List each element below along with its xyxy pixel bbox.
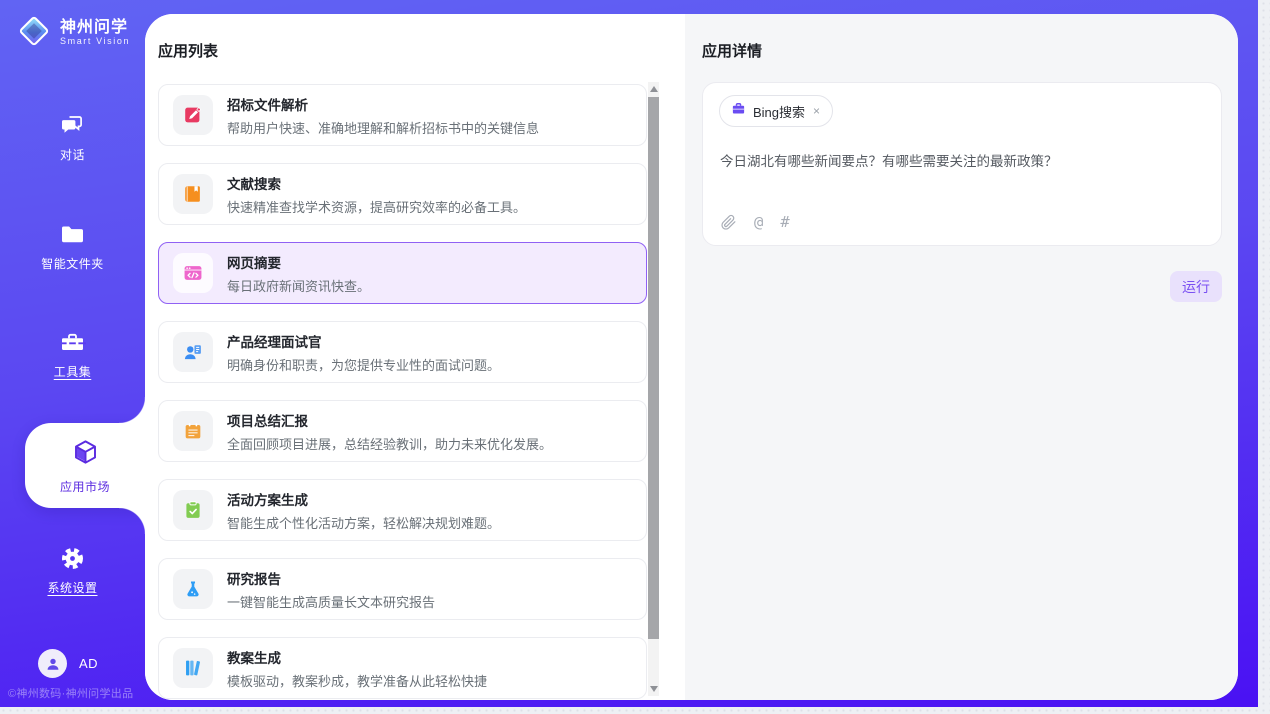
app-card[interactable]: 活动方案生成 智能生成个性化活动方案，轻松解决规划难题。 <box>158 479 647 541</box>
app-card-title: 文献搜索 <box>227 173 526 193</box>
app-card-title: 招标文件解析 <box>227 94 539 114</box>
close-icon[interactable]: × <box>812 104 821 118</box>
sidebar-item-smart-folder[interactable]: 智能文件夹 <box>0 221 145 273</box>
calendar-icon <box>173 411 213 451</box>
app-frame: 神州问学 Smart Vision 对话 <box>0 0 1258 707</box>
app-card-selected[interactable]: 网页摘要 每日政府新闻资讯快查。 <box>158 242 647 304</box>
sidebar: 神州问学 Smart Vision 对话 <box>0 0 145 707</box>
app-card-title: 教案生成 <box>227 647 487 667</box>
app-card[interactable]: 文献搜索 快速精准查找学术资源，提高研究效率的必备工具。 <box>158 163 647 225</box>
browser-code-icon <box>173 253 213 293</box>
attach-file-button[interactable] <box>720 214 737 231</box>
sidebar-item-label: 智能文件夹 <box>41 257 104 271</box>
interview-icon <box>173 332 213 372</box>
app-card-title: 活动方案生成 <box>227 489 500 509</box>
app-list-title: 应用列表 <box>158 40 218 61</box>
sidebar-item-chat[interactable]: 对话 <box>0 112 145 164</box>
brand-name: 神州问学 <box>60 20 130 37</box>
app-card-description: 帮助用户快速、准确地理解和解析招标书中的关键信息 <box>227 118 539 137</box>
folder-icon <box>59 221 86 248</box>
gear-icon <box>59 545 86 572</box>
app-card-description: 全面回顾项目进展，总结经验教训，助力未来优化发展。 <box>227 434 552 453</box>
diamond-logo-icon <box>16 13 52 54</box>
chat-icon <box>59 112 86 139</box>
app-card-description: 模板驱动，教案秒成，教学准备从此轻松快捷 <box>227 671 487 690</box>
toolbox-icon <box>59 329 86 356</box>
query-text[interactable]: 今日湖北有哪些新闻要点？有哪些需要关注的最新政策？ <box>720 152 1200 172</box>
sidebar-item-settings[interactable]: 系统设置 <box>0 545 145 597</box>
main-content: 应用列表 招标文件解析 帮助用户快速、准确地理解和解析招标书 <box>145 14 1238 700</box>
app-card-title: 网页摘要 <box>227 252 370 272</box>
app-card-title: 项目总结汇报 <box>227 410 552 430</box>
clipboard-check-icon <box>173 490 213 530</box>
brand-subtitle: Smart Vision <box>60 37 130 46</box>
scrollbar[interactable] <box>648 82 659 696</box>
composer-toolbar: @ # <box>720 213 790 231</box>
sidebar-item-label: 系统设置 <box>47 581 97 595</box>
app-card-description: 智能生成个性化活动方案，轻松解决规划难题。 <box>227 513 500 532</box>
app-card[interactable]: 项目总结汇报 全面回顾项目进展，总结经验教训，助力未来优化发展。 <box>158 400 647 462</box>
sidebar-item-label: 对话 <box>60 148 85 162</box>
app-card[interactable]: 研究报告 一键智能生成高质量长文本研究报告 <box>158 558 647 620</box>
app-card[interactable]: 教案生成 模板驱动，教案秒成，教学准备从此轻松快捷 <box>158 637 647 699</box>
scroll-up-arrow-icon[interactable] <box>650 86 658 92</box>
app-card-description: 一键智能生成高质量长文本研究报告 <box>227 592 435 611</box>
app-detail-title: 应用详情 <box>702 40 762 61</box>
scroll-down-arrow-icon[interactable] <box>650 686 658 692</box>
app-card-list: 招标文件解析 帮助用户快速、准确地理解和解析招标书中的关键信息 <box>158 84 647 699</box>
mention-button[interactable]: @ <box>754 213 763 231</box>
app-card-description: 每日政府新闻资讯快查。 <box>227 276 370 295</box>
user-profile[interactable]: AD <box>38 649 98 678</box>
app-card-description: 快速精准查找学术资源，提高研究效率的必备工具。 <box>227 197 526 216</box>
book-icon <box>173 174 213 214</box>
briefcase-icon <box>731 101 746 121</box>
avatar <box>38 649 67 678</box>
app-card-description: 明确身份和职责，为您提供专业性的面试问题。 <box>227 355 500 374</box>
tool-chip-bing-search: Bing搜索 × <box>719 95 833 127</box>
app-card[interactable]: 招标文件解析 帮助用户快速、准确地理解和解析招标书中的关键信息 <box>158 84 647 146</box>
user-initials: AD <box>79 656 98 671</box>
cube-icon <box>70 437 101 473</box>
sidebar-item-label: 应用市场 <box>60 478 110 495</box>
app-card-title: 产品经理面试官 <box>227 331 500 351</box>
app-window: 神州问学 Smart Vision 对话 <box>0 0 1270 714</box>
scrollbar-thumb[interactable] <box>648 97 659 639</box>
copyright-text: ©神州数码·神州问学出品 <box>8 685 133 701</box>
query-input-area[interactable]: Bing搜索 × 今日湖北有哪些新闻要点？有哪些需要关注的最新政策？ @ # <box>702 82 1222 246</box>
tool-chip-label: Bing搜索 <box>753 102 805 121</box>
sidebar-active-bubble: 应用市场 <box>25 423 145 508</box>
brand-logo: 神州问学 Smart Vision <box>16 13 130 54</box>
app-list-panel: 应用列表 招标文件解析 帮助用户快速、准确地理解和解析招标书 <box>145 14 685 700</box>
hash-tag-button[interactable]: # <box>780 213 789 231</box>
flask-icon <box>173 569 213 609</box>
run-button[interactable]: 运行 <box>1170 271 1222 302</box>
sidebar-item-app-market[interactable]: 应用市场 <box>25 423 145 508</box>
app-detail-panel: 应用详情 Bing搜索 × 今日湖北有哪些新闻要点？ <box>685 14 1238 700</box>
doc-edit-icon <box>173 95 213 135</box>
books-icon <box>173 648 213 688</box>
app-card-title: 研究报告 <box>227 568 435 588</box>
app-card[interactable]: 产品经理面试官 明确身份和职责，为您提供专业性的面试问题。 <box>158 321 647 383</box>
sidebar-item-label: 工具集 <box>54 365 92 379</box>
sidebar-item-toolset[interactable]: 工具集 <box>0 329 145 381</box>
